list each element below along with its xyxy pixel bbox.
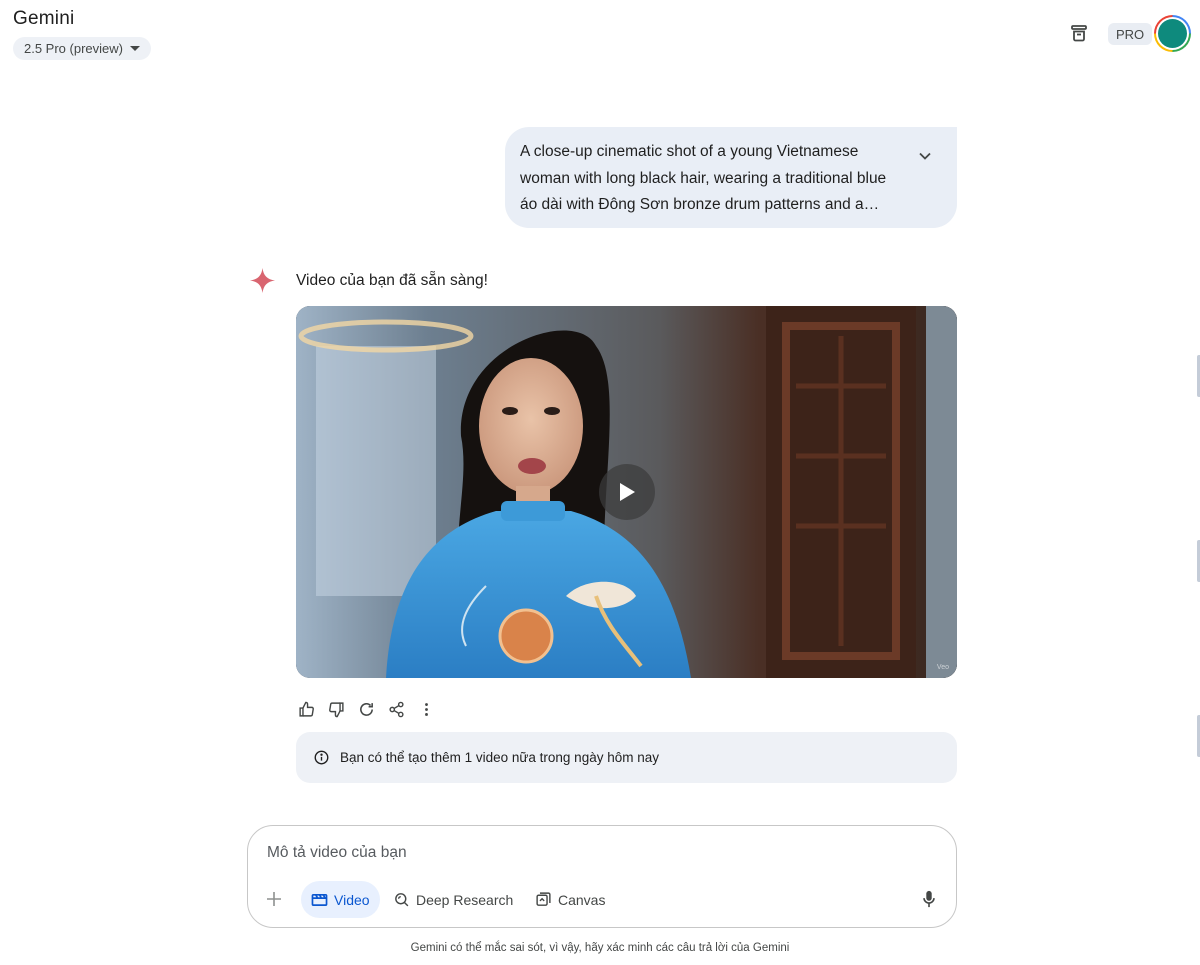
account-avatar[interactable]	[1154, 15, 1191, 52]
refresh-icon[interactable]	[356, 699, 376, 719]
mic-icon[interactable]	[920, 890, 938, 908]
user-prompt-bubble: A close-up cinematic shot of a young Vie…	[505, 127, 957, 228]
disclaimer: Gemini có thể mắc sai sót, vì vậy, hãy x…	[410, 942, 790, 954]
canvas-chip-label: Canvas	[558, 891, 606, 908]
video-tool-chip[interactable]: Video	[301, 881, 380, 918]
gemini-spark-icon	[249, 267, 276, 294]
pro-badge: PRO	[1108, 23, 1153, 45]
caret-down-icon	[129, 46, 140, 51]
response-text: Video của bạn đã sẵn sàng!	[296, 272, 488, 289]
info-notice: Bạn có thể tạo thêm 1 video nữa trong ng…	[296, 732, 957, 783]
notice-text: Bạn có thể tạo thêm 1 video nữa trong ng…	[340, 750, 659, 765]
chevron-down-icon[interactable]	[917, 148, 933, 164]
deep-research-chip[interactable]: Deep Research	[383, 881, 523, 918]
play-icon[interactable]	[599, 464, 655, 520]
thumb-up-icon[interactable]	[296, 699, 316, 719]
canvas-chip[interactable]: Canvas	[525, 881, 615, 918]
add-icon[interactable]	[265, 890, 283, 908]
prompt-input[interactable]	[267, 842, 867, 864]
canvas-icon	[536, 892, 551, 906]
response-actions	[296, 699, 436, 719]
video-chip-label: Video	[334, 891, 370, 908]
user-prompt-text: A close-up cinematic shot of a young Vie…	[520, 143, 887, 213]
share-icon[interactable]	[386, 699, 406, 719]
deep-research-icon	[395, 893, 409, 907]
thumb-down-icon[interactable]	[326, 699, 346, 719]
video-icon	[311, 893, 328, 906]
prompt-composer: Video Deep Research Canvas	[247, 825, 957, 928]
info-icon	[314, 750, 329, 765]
temporary-chat-icon[interactable]	[1068, 22, 1090, 44]
video-watermark: Veo	[936, 664, 949, 671]
more-vert-icon[interactable]	[416, 699, 436, 719]
model-label: 2.5 Pro (preview)	[24, 41, 123, 56]
model-picker[interactable]: 2.5 Pro (preview)	[13, 37, 151, 60]
deep-research-chip-label: Deep Research	[416, 891, 514, 908]
video-player[interactable]: Veo	[296, 306, 957, 678]
app-title: Gemini	[13, 8, 75, 29]
